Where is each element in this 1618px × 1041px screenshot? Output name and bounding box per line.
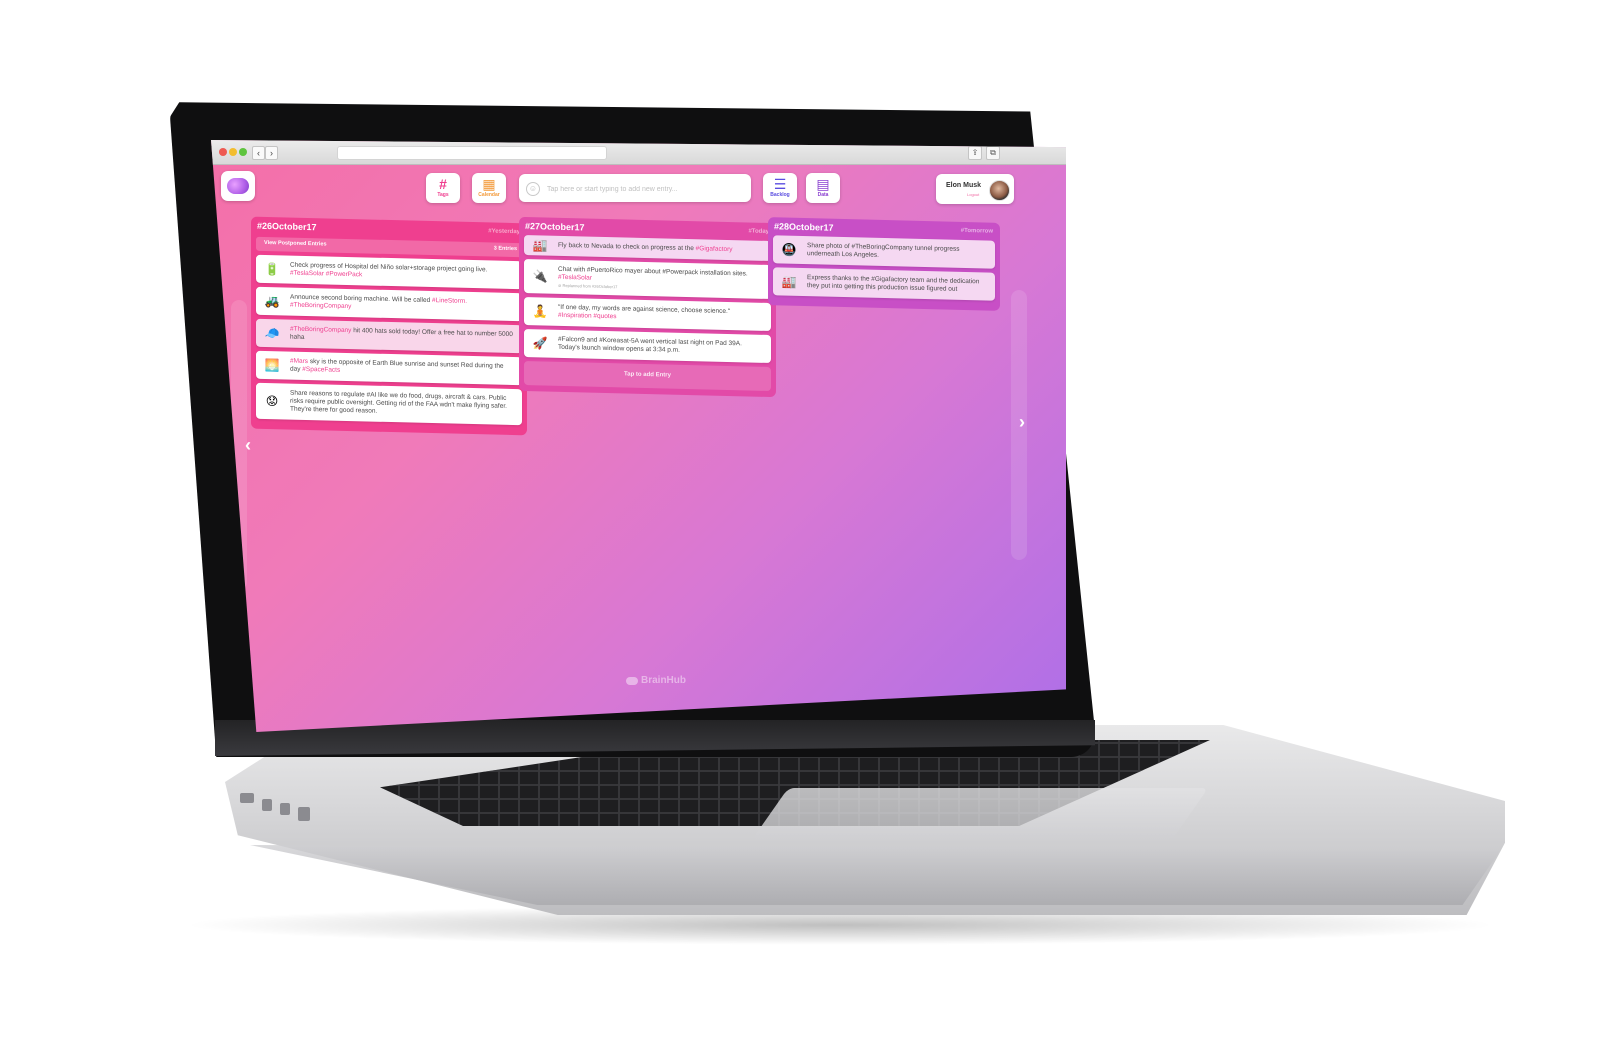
data-button-label: Data [817,192,829,198]
column-date: #27October17 [525,221,585,233]
minimize-window-button[interactable] [229,148,237,156]
list-item[interactable]: 😟 Share reasons to regulate #AI like we … [256,382,522,426]
entry-tags[interactable]: #TeslaSolar [558,274,592,282]
laptop-trackpad [751,788,1209,840]
entry-tags[interactable]: #Inspiration #quotes [558,312,617,320]
app-screen: ‹ › ⇪ ⧉ # Tags ▦ Calendar ☺ ☰ Backlog ▤ … [211,140,1066,732]
column-date: #28October17 [774,221,834,233]
tags-button-label: Tags [437,192,449,198]
worried-face-icon: 😟 [265,393,279,409]
tractor-icon: 🚜 [264,293,280,309]
list-item[interactable]: 🔌 Chat with #PuertoRico mayer about #Pow… [524,258,771,300]
backlog-button-label: Backlog [770,192,790,198]
entry-tags[interactable]: #TeslaSolar #PowerPack [290,270,362,279]
list-item[interactable]: 🌅 #Mars sky is the opposite of Earth Blu… [256,350,522,386]
calendar-button-label: Calendar [478,192,500,198]
add-entry-label: Tap to add Entry [624,371,671,379]
data-button[interactable]: ▤ Data [806,173,840,203]
brand-name: BrainHub [641,675,686,686]
hat-icon: 🧢 [264,325,280,341]
hashtag-icon: # [439,176,447,192]
factory-icon: 🏭 [781,274,797,289]
battery-icon: 🔋 [264,261,280,277]
column-relative-day: #Yesterday [488,228,520,236]
chart-icon: ▤ [816,176,830,192]
tags-button[interactable]: # Tags [426,173,460,203]
chevron-left-icon[interactable]: ‹ [245,435,251,456]
day-column-yesterday: #26October17 #Yesterday View Postponed E… [251,216,527,436]
chevron-right-icon[interactable]: › [1019,412,1025,433]
rocket-icon: 🚀 [532,336,548,351]
list-item[interactable]: 🚀 #Falcon9 and #Koreasat-5A went vertica… [524,328,771,364]
logout-link[interactable]: Logout [967,192,979,197]
user-menu[interactable]: Elon Musk Logout [936,174,1014,204]
list-item[interactable]: 🏭 Express thanks to the #Gigafactory tea… [773,267,995,301]
entry-text: Share reasons to regulate #AI like we do… [290,389,507,415]
share-icon[interactable]: ⇪ [968,146,982,160]
tunnel-icon: 🚇 [781,242,797,257]
list-item[interactable]: 🚜 Announce second boring machine. Will b… [256,286,522,322]
backlog-button[interactable]: ☰ Backlog [763,173,797,203]
postponed-count: 3 Entries [493,245,517,253]
calendar-button[interactable]: ▦ Calendar [472,173,506,203]
column-relative-day: #Tomorrow [960,227,993,235]
address-bar[interactable] [337,146,607,160]
user-name: Elon Musk [946,182,982,189]
day-column-today: #27October17 #Today 🏭 Fly back to Nevada… [519,216,776,398]
tabs-icon[interactable]: ⧉ [986,146,1000,160]
meditate-icon: 🧘 [532,304,548,319]
app-logo-button[interactable] [221,171,255,201]
column-relative-day: #Today [748,228,769,235]
entry-text: Express thanks to the #Gigafactory team … [807,274,980,293]
entry-text: #Falcon9 and #Koreasat-5A went vertical … [558,335,742,354]
back-button[interactable]: ‹ [252,146,265,160]
forward-button[interactable]: › [265,146,278,160]
laptop-base-edge [250,845,1500,905]
calendar-icon: ▦ [482,176,496,192]
entry-tags[interactable]: #SpaceFacts [302,366,340,374]
sunset-icon: 🌅 [264,357,280,373]
new-entry-input[interactable] [545,181,744,197]
new-entry-search[interactable]: ☺ [519,174,751,202]
plug-icon: 🔌 [532,269,548,284]
list-item[interactable]: 🧢 #TheBoringCompany hit 400 hats sold to… [256,318,522,354]
entry-text: Fly back to Nevada to check on progress … [558,241,694,253]
avatar [989,180,1010,201]
factory-icon: 🏭 [532,238,548,253]
add-entry-button[interactable]: Tap to add Entry [524,360,771,392]
brain-icon [227,178,249,194]
close-window-button[interactable] [219,148,227,156]
maximize-window-button[interactable] [239,148,247,156]
list-icon: ☰ [773,176,787,192]
column-date: #26October17 [257,220,317,233]
list-item[interactable]: 🧘 "If one day, my words are against scie… [524,296,771,332]
day-column-tomorrow: #28October17 #Tomorrow 🚇 Share photo of … [768,217,1000,311]
entry-tags[interactable]: #Gigafactory [696,245,733,253]
smiley-icon: ☺ [526,182,540,196]
postponed-label: View Postponed Entries [264,239,327,248]
entry-text: Share photo of #TheBoringCompany tunnel … [807,242,960,259]
entry-tag-prefix[interactable]: #Mars [290,358,308,365]
brainhub-logo-icon [626,677,638,685]
list-item[interactable]: 🔋 Check progress of Hospital del Niño so… [256,254,522,290]
list-item[interactable]: 🚇 Share photo of #TheBoringCompany tunne… [773,235,995,269]
entry-tag-prefix[interactable]: #TheBoringCompany [290,326,351,335]
